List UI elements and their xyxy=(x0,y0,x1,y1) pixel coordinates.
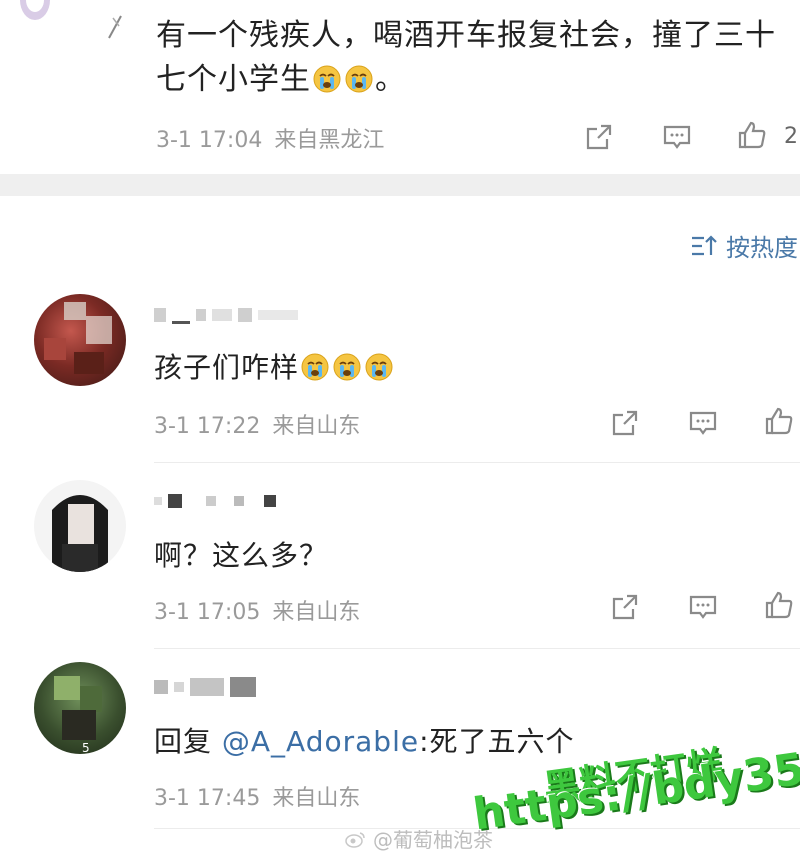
thumbs-up-icon xyxy=(765,407,793,435)
comment-time: 3-1 17:22 xyxy=(154,414,261,439)
sort-button[interactable]: 按热度 xyxy=(690,228,798,263)
comment-icon xyxy=(689,411,717,435)
sort-bar: 按热度 xyxy=(0,196,800,286)
comment-location: 来自黑龙江 xyxy=(274,128,385,153)
sort-label: 按热度 xyxy=(726,234,798,262)
crying-emoji-icon xyxy=(301,353,329,381)
avatar[interactable] xyxy=(34,480,126,572)
comment-text: 回复 @A_Adorable:死了五六个 xyxy=(154,725,575,758)
comment-meta: 3-1 17:45 来自山东 xyxy=(154,780,360,812)
weibo-handle: @葡萄柚泡茶 xyxy=(373,828,493,852)
avatar-image xyxy=(52,495,108,572)
username-blurred[interactable] xyxy=(154,302,298,328)
crying-emoji-icon xyxy=(333,353,361,381)
divider xyxy=(154,648,800,649)
weibo-watermark: @葡萄柚泡茶 xyxy=(345,824,493,853)
like-count: 2 xyxy=(784,124,798,149)
comment-time: 3-1 17:05 xyxy=(154,600,261,625)
verified-badge-icon xyxy=(108,15,122,39)
share-icon xyxy=(612,410,638,436)
avatar[interactable] xyxy=(34,294,126,386)
comment-location: 来自山东 xyxy=(272,786,361,811)
share-button[interactable] xyxy=(608,590,642,624)
comment-text: 孩子们咋样 xyxy=(154,346,395,386)
divider xyxy=(154,462,800,463)
comment-item: 啊？这么多？ 3-1 17:05 来自山东 xyxy=(0,466,800,652)
comment-text: 有一个残疾人，喝酒开车报复社会，撞了三十七个小学生。 xyxy=(156,18,776,97)
comment-item: 孩子们咋样 3-1 17:22 来自山东 xyxy=(0,286,800,466)
crying-emoji-icon xyxy=(345,65,373,93)
like-button[interactable] xyxy=(762,588,796,622)
comment-icon xyxy=(689,595,717,619)
username-blurred[interactable] xyxy=(154,488,276,514)
comment-meta: 3-1 17:04 来自黑龙江 xyxy=(156,122,384,154)
comment-meta: 3-1 17:05 来自山东 xyxy=(154,594,360,626)
username-blurred[interactable] xyxy=(154,674,256,700)
comment-time: 3-1 17:45 xyxy=(154,786,261,811)
mention-link[interactable]: @A_Adorable xyxy=(222,725,419,758)
share-icon xyxy=(612,594,638,620)
comment-location: 来自山东 xyxy=(272,414,361,439)
sort-icon xyxy=(692,234,717,255)
thumbs-up-icon xyxy=(765,591,793,619)
avatar-image xyxy=(44,302,112,374)
comment-button[interactable] xyxy=(660,120,694,154)
avatar[interactable]: 5 xyxy=(34,662,126,754)
comment-icon xyxy=(663,125,691,149)
comment-text: 啊？这么多？ xyxy=(154,539,329,572)
avatar[interactable] xyxy=(20,0,50,20)
share-button[interactable] xyxy=(608,406,642,440)
avatar-badge: 5 xyxy=(82,741,90,754)
share-icon xyxy=(586,124,612,150)
comment-meta: 3-1 17:22 来自山东 xyxy=(154,408,360,440)
comment-time: 3-1 17:04 xyxy=(156,128,263,153)
like-button[interactable] xyxy=(762,404,796,438)
thumbs-up-icon xyxy=(738,121,766,149)
comment-location: 来自山东 xyxy=(272,600,361,625)
section-divider xyxy=(0,174,800,196)
share-button[interactable] xyxy=(582,120,616,154)
weibo-logo-icon xyxy=(345,831,365,848)
crying-emoji-icon xyxy=(365,353,393,381)
like-button[interactable] xyxy=(735,118,769,152)
top-comment: 有一个残疾人，喝酒开车报复社会，撞了三十七个小学生。 3-1 17:04 来自黑龙… xyxy=(0,0,800,174)
crying-emoji-icon xyxy=(313,65,341,93)
avatar-image: 5 xyxy=(54,676,102,754)
comment-button[interactable] xyxy=(686,406,720,440)
comment-button[interactable] xyxy=(686,590,720,624)
